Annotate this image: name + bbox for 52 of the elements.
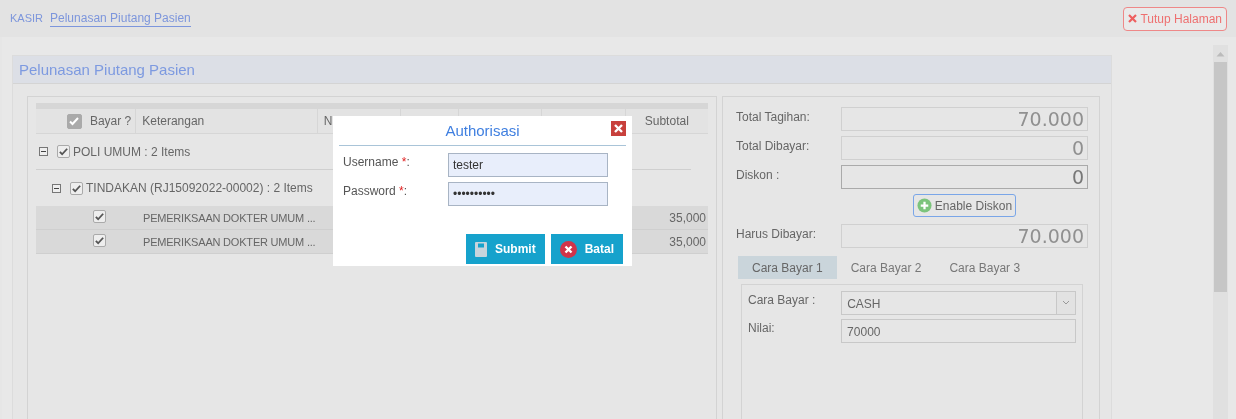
amount-field: 70.000	[841, 224, 1088, 248]
field-label: Password *:	[343, 183, 409, 198]
select-all-checkbox[interactable]	[66, 113, 82, 129]
group-label: POLI UMUM : 2 Items	[73, 144, 191, 159]
amount-field[interactable]: 70000	[841, 319, 1076, 343]
field-label: Nilai:	[748, 320, 776, 337]
scrollbar[interactable]	[1213, 45, 1228, 419]
scroll-up-icon	[1216, 51, 1225, 57]
breadcrumb-link[interactable]: KASIR	[10, 11, 43, 24]
field-label: Total Tagihan:	[736, 109, 811, 126]
field-label: Harus Dibayar:	[736, 226, 818, 243]
table-cell: PEMERIKSAAN DOKTER UMUM ...	[143, 235, 316, 248]
tab[interactable]: Cara Bayar 3	[935, 256, 1035, 279]
dialog-title: Authorisasi	[445, 122, 520, 139]
amount-field: 0	[841, 136, 1088, 160]
panel-title: Pelunasan Piutang Pasien	[13, 56, 1111, 84]
amount-field[interactable]: 0	[841, 165, 1088, 189]
group-label: TINDAKAN (RJ15092022-00002) : 2 Items	[86, 181, 313, 195]
column-header: Bayar ?	[89, 114, 132, 128]
column-header: Keterangan	[142, 114, 205, 128]
tab[interactable]: Cara Bayar 2	[836, 256, 936, 279]
table-cell: 35,000	[669, 210, 706, 225]
row-checkbox[interactable]	[93, 210, 106, 223]
payment-method-dropdown[interactable]: CASH	[841, 291, 1076, 315]
table-cell: 35,000	[669, 234, 706, 249]
field-label: Cara Bayar :	[748, 292, 817, 309]
row-checkbox[interactable]	[93, 234, 106, 247]
amount-field: 70.000	[841, 107, 1088, 131]
cancel-icon	[559, 240, 577, 258]
enable-discount-button[interactable]: Enable Diskon	[912, 194, 1017, 217]
field-label: Total Dibayar:	[736, 138, 811, 155]
column-header: Subtotal	[644, 114, 689, 128]
field-label: Diskon :	[736, 167, 781, 184]
input-field[interactable]: ••••••••••	[448, 181, 608, 206]
collapse-icon[interactable]	[39, 147, 48, 156]
submit-button[interactable]: Submit	[466, 234, 545, 264]
collapse-icon[interactable]	[52, 183, 61, 193]
plus-icon	[916, 198, 932, 213]
table-cell: PEMERIKSAAN DOKTER UMUM ...	[143, 211, 316, 224]
close-icon	[1128, 14, 1138, 23]
checkbox[interactable]	[57, 145, 70, 158]
scrollbar-thumb[interactable]	[1214, 62, 1227, 292]
input-field[interactable]: tester	[448, 152, 608, 177]
field-label: Username *:	[343, 154, 411, 169]
close-icon[interactable]	[611, 121, 626, 136]
tab[interactable]: Cara Bayar 1	[738, 256, 837, 279]
column-header: N	[323, 114, 333, 128]
close-page-button[interactable]: Tutup Halaman	[1123, 6, 1227, 31]
checkbox[interactable]	[70, 181, 83, 195]
cancel-button[interactable]: Batal	[550, 234, 623, 264]
breadcrumb-link[interactable]: Pelunasan Piutang Pasien	[50, 10, 191, 27]
save-icon	[475, 241, 487, 257]
